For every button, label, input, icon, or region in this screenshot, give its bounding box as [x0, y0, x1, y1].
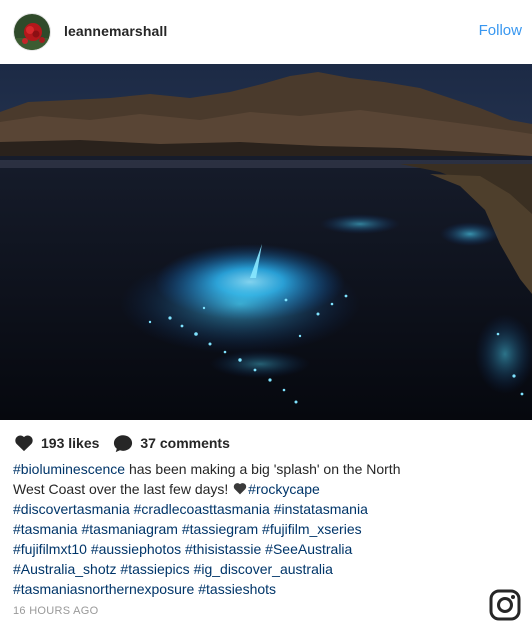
post-photo[interactable] [0, 64, 532, 420]
post-caption: #bioluminescence has been making a big '… [13, 459, 521, 599]
caption-line: #Australia_shotz #tassiepics #ig_discove… [13, 559, 521, 579]
hashtag-link[interactable]: #thisistassie [185, 541, 261, 557]
post-actions: 193 likes 37 comments [14, 432, 244, 454]
like-action[interactable]: 193 likes [14, 434, 99, 452]
hashtag-link[interactable]: #ig_discover_australia [194, 561, 333, 577]
hashtag-link[interactable]: #Australia_shotz [13, 561, 117, 577]
hashtag-link[interactable]: #bioluminescence [13, 461, 125, 477]
hashtag-link[interactable]: #aussiephotos [91, 541, 181, 557]
hashtag-link[interactable]: #cradlecoasttasmania [134, 501, 270, 517]
hashtag-link[interactable]: #fujifilm_xseries [262, 521, 362, 537]
hashtag-link[interactable]: #SeeAustralia [265, 541, 352, 557]
comment-bubble-icon[interactable] [113, 434, 133, 453]
caption-line: West Coast over the last few days! #rock… [13, 479, 521, 499]
hashtag-link[interactable]: #rockycape [248, 481, 320, 497]
comments-count[interactable]: 37 comments [140, 435, 229, 451]
caption-text: has been making a big 'splash' on the No… [125, 461, 401, 477]
post-timestamp: 16 HOURS AGO [13, 605, 99, 617]
username[interactable]: leannemarshall [64, 23, 167, 39]
caption-line: #bioluminescence has been making a big '… [13, 459, 521, 479]
likes-count[interactable]: 193 likes [41, 435, 99, 451]
heart-icon[interactable] [14, 434, 34, 452]
follow-button[interactable]: Follow [479, 22, 522, 39]
hashtag-link[interactable]: #tassiegram [182, 521, 258, 537]
avatar[interactable] [13, 13, 51, 51]
hashtag-link[interactable]: #tasmaniagram [81, 521, 178, 537]
black-heart-icon [233, 483, 247, 495]
caption-line: #tasmania #tasmaniagram #tassiegram #fuj… [13, 519, 521, 539]
hashtag-link[interactable]: #instatasmania [274, 501, 368, 517]
caption-text: West Coast over the last few days! [13, 481, 233, 497]
hashtag-link[interactable]: #tassieshots [198, 581, 276, 597]
caption-line: #tasmaniasnorthernexposure #tassieshots [13, 579, 521, 599]
hashtag-link[interactable]: #fujifilmxt10 [13, 541, 87, 557]
hashtag-link[interactable]: #tasmaniasnorthernexposure [13, 581, 194, 597]
caption-line: #discovertasmania #cradlecoasttasmania #… [13, 499, 521, 519]
post-header: leannemarshall Follow [0, 0, 532, 64]
caption-line: #fujifilmxt10 #aussiephotos #thisistassi… [13, 539, 521, 559]
hashtag-link[interactable]: #tassiepics [120, 561, 189, 577]
hashtag-link[interactable]: #discovertasmania [13, 501, 130, 517]
instagram-glyph-icon[interactable] [489, 589, 521, 621]
comment-action[interactable]: 37 comments [113, 434, 230, 453]
hashtag-link[interactable]: #tasmania [13, 521, 78, 537]
